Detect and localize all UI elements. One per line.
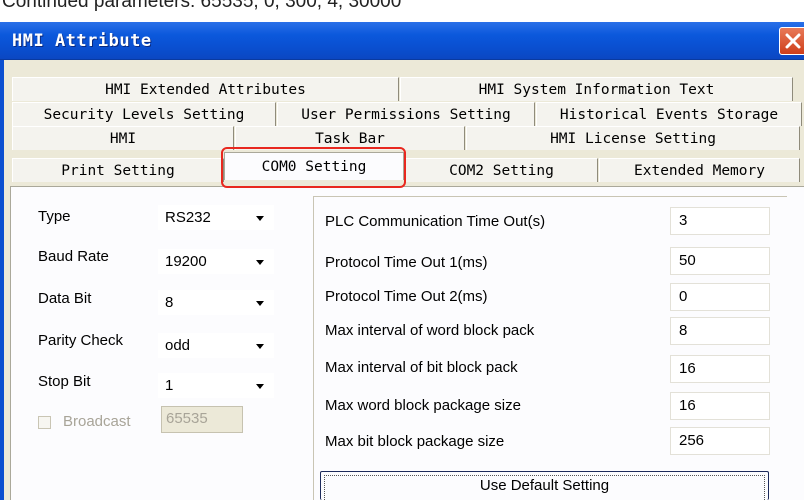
- data-bit-label: Data Bit: [38, 290, 92, 307]
- param-label-protocol-timeout-2: Protocol Time Out 2(ms): [325, 288, 488, 305]
- stop-bit-label: Stop Bit: [38, 373, 91, 390]
- param-label-word-block-interval: Max interval of word block pack: [325, 322, 535, 339]
- word-block-size-input[interactable]: 16: [670, 392, 770, 420]
- tab-hmi-license-setting[interactable]: HMI License Setting: [466, 126, 800, 150]
- plc-timeout-input[interactable]: 3: [670, 207, 770, 235]
- protocol-timeout-2-input[interactable]: 0: [670, 283, 770, 311]
- word-block-interval-input[interactable]: 8: [670, 317, 770, 345]
- data-bit-select[interactable]: 8: [158, 290, 274, 315]
- dropdown-arrow-icon[interactable]: [256, 301, 264, 306]
- plc-timeout-value: 3: [679, 212, 688, 229]
- param-label-word-block-size: Max word block package size: [325, 397, 521, 414]
- protocol-timeout-1-input[interactable]: 50: [670, 247, 770, 275]
- stop-bit-select[interactable]: 1: [158, 373, 274, 398]
- word-block-interval-value: 8: [679, 322, 688, 339]
- dropdown-arrow-icon[interactable]: [256, 260, 264, 265]
- tab-hmi-extended-attributes[interactable]: HMI Extended Attributes: [12, 77, 399, 101]
- param-label-protocol-timeout-1: Protocol Time Out 1(ms): [325, 254, 488, 271]
- type-label: Type: [38, 208, 71, 225]
- protocol-timeout-1-value: 50: [679, 252, 696, 269]
- type-value: RS232: [165, 209, 211, 226]
- tab-print-setting[interactable]: Print Setting: [12, 158, 224, 182]
- type-select[interactable]: RS232: [158, 205, 274, 230]
- baud-rate-select[interactable]: 19200: [158, 249, 274, 274]
- tab-com2-setting[interactable]: COM2 Setting: [405, 158, 598, 182]
- bit-block-interval-value: 16: [679, 360, 696, 377]
- use-default-setting-label: Use Default Setting: [479, 477, 610, 494]
- data-bit-value: 8: [165, 294, 174, 311]
- top-strip: Continued parameters: 65535, 0, 300, 4, …: [0, 0, 804, 22]
- tab-hmi-system-information-text[interactable]: HMI System Information Text: [400, 77, 793, 101]
- bit-block-interval-input[interactable]: 16: [670, 355, 770, 383]
- broadcast-station-value: 65535: [166, 410, 208, 427]
- bit-block-size-input[interactable]: 256: [670, 427, 770, 455]
- protocol-timeout-2-value: 0: [679, 288, 688, 305]
- parity-check-label: Parity Check: [38, 332, 124, 349]
- close-button[interactable]: [779, 27, 804, 55]
- bit-block-size-value: 256: [679, 432, 705, 449]
- baud-rate-value: 19200: [165, 253, 207, 270]
- dropdown-arrow-icon[interactable]: [256, 216, 264, 221]
- tab-com0-setting[interactable]: COM0 Setting: [224, 152, 404, 180]
- param-label-plc-timeout: PLC Communication Time Out(s): [325, 213, 546, 230]
- param-label-bit-block-size: Max bit block package size: [325, 433, 505, 450]
- parity-check-select[interactable]: odd: [158, 333, 274, 358]
- param-label-bit-block-interval: Max interval of bit block pack: [325, 359, 518, 376]
- window-frame-left: [0, 60, 4, 500]
- broadcast-label: Broadcast: [63, 413, 131, 430]
- baud-rate-label: Baud Rate: [38, 248, 109, 265]
- tab-security-levels-setting[interactable]: Security Levels Setting: [12, 102, 276, 126]
- top-strip-text: Continued parameters: 65535, 0, 300, 4, …: [2, 0, 402, 12]
- tab-extended-memory[interactable]: Extended Memory: [599, 158, 800, 182]
- tab-historical-events-storage[interactable]: Historical Events Storage: [536, 102, 802, 126]
- word-block-size-value: 16: [679, 397, 696, 414]
- close-icon: [785, 33, 801, 49]
- dialog-title: HMI Attribute: [12, 31, 152, 51]
- tab-task-bar[interactable]: Task Bar: [235, 126, 465, 150]
- tab-hmi[interactable]: HMI: [12, 126, 234, 150]
- tab-user-permissions-setting[interactable]: User Permissions Setting: [277, 102, 535, 126]
- broadcast-checkbox: [38, 416, 51, 429]
- title-bar[interactable]: HMI Attribute: [0, 22, 804, 60]
- stop-bit-value: 1: [165, 377, 174, 394]
- broadcast-station-input: 65535: [161, 406, 243, 433]
- dropdown-arrow-icon[interactable]: [256, 384, 264, 389]
- dropdown-arrow-icon[interactable]: [256, 344, 264, 349]
- use-default-setting-button[interactable]: Use Default Setting: [320, 471, 769, 500]
- parity-check-value: odd: [165, 337, 191, 354]
